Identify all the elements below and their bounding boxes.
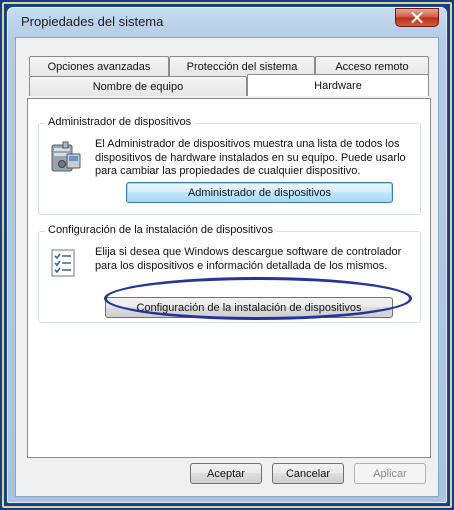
tab-label: Nombre de equipo — [92, 80, 184, 93]
device-manager-description: El Administrador de dispositivos muestra… — [95, 138, 406, 177]
group-label: Configuración de la instalación de dispo… — [45, 224, 277, 236]
system-properties-window: Propiedades del sistema Opciones avanzad… — [6, 6, 448, 504]
close-icon — [411, 12, 423, 23]
checklist-icon — [49, 248, 79, 281]
apply-button[interactable]: Aplicar — [354, 463, 426, 484]
tab-label: Opciones avanzadas — [47, 60, 151, 73]
tab-label: Hardware — [314, 79, 362, 92]
device-manager-button[interactable]: Administrador de dispositivos — [126, 182, 393, 203]
tab-opciones-avanzadas[interactable]: Opciones avanzadas — [29, 56, 169, 76]
device-installation-settings-button[interactable]: Configuración de la instalación de dispo… — [105, 297, 393, 318]
group-label: Administrador de dispositivos — [45, 116, 195, 128]
ok-button[interactable]: Aceptar — [190, 463, 262, 484]
tab-hardware[interactable]: Hardware — [247, 74, 429, 96]
device-installation-group: Configuración de la instalación de dispo… — [38, 224, 421, 323]
device-installation-description: Elija si desea que Windows descargue sof… — [95, 246, 402, 272]
hardware-tab-panel: Administrador de dispositivos El Adminis… — [27, 98, 431, 458]
device-manager-group: Administrador de dispositivos El Adminis… — [38, 116, 421, 215]
cancel-button[interactable]: Cancelar — [272, 463, 344, 484]
dialog-client-area: Opciones avanzadas Protección del sistem… — [15, 37, 439, 497]
close-button[interactable] — [395, 8, 439, 27]
title-bar[interactable]: Propiedades del sistema — [7, 7, 447, 37]
tab-acceso-remoto[interactable]: Acceso remoto — [315, 56, 429, 76]
tab-proteccion-del-sistema[interactable]: Protección del sistema — [169, 56, 315, 76]
tab-nombre-de-equipo[interactable]: Nombre de equipo — [29, 76, 247, 96]
window-title: Propiedades del sistema — [21, 14, 164, 29]
device-manager-icon — [49, 140, 83, 177]
tab-label: Acceso remoto — [335, 60, 409, 73]
tab-label: Protección del sistema — [186, 60, 298, 73]
